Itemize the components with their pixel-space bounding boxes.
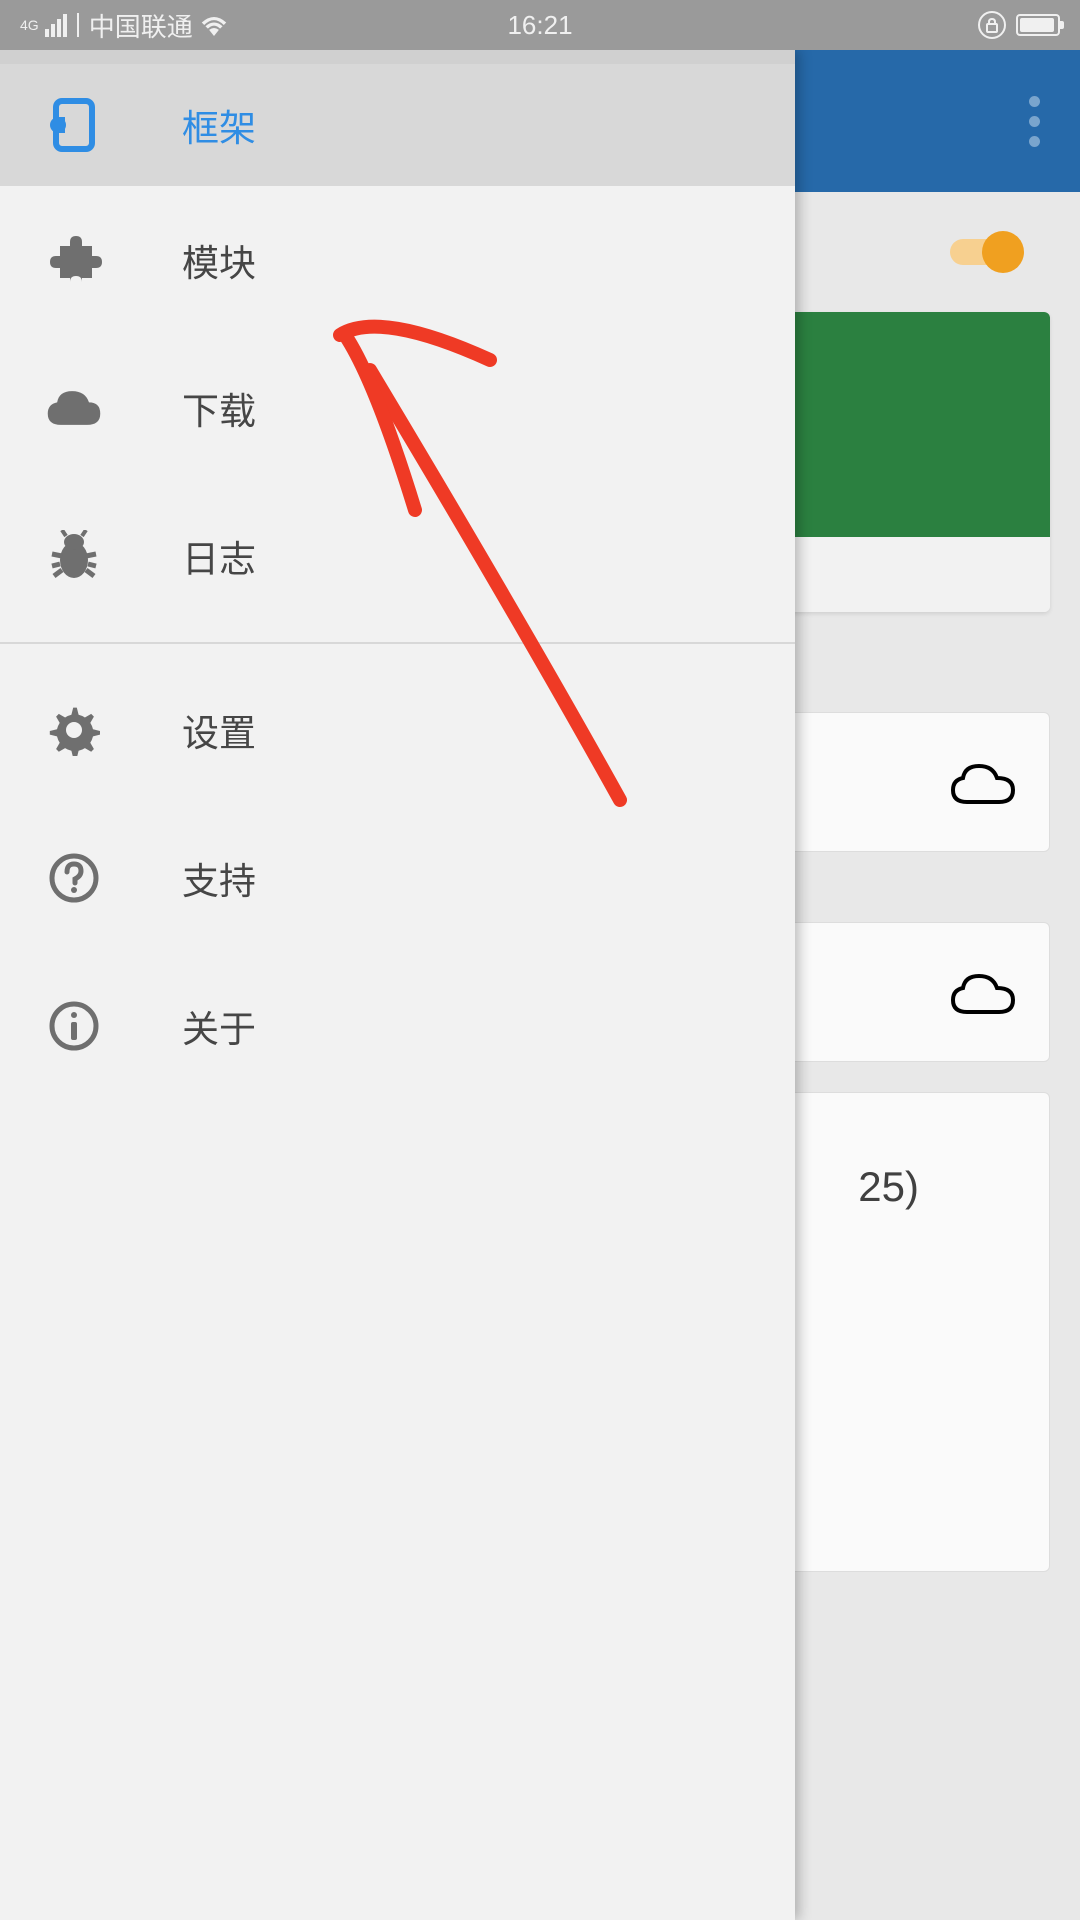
wifi-icon: [199, 14, 229, 36]
drawer-item-label: 框架: [182, 98, 256, 152]
drawer-item-label: 日志: [182, 529, 256, 583]
drawer-item-label: 下载: [182, 381, 256, 435]
drawer-item-label: 关于: [182, 999, 256, 1053]
puzzle-icon: [44, 230, 104, 290]
drawer-item-label: 设置: [182, 703, 256, 757]
cloud-icon: [947, 758, 1019, 806]
carrier-label: 中国联通: [89, 7, 193, 44]
divider: [77, 13, 79, 37]
status-left: 4G 中国联通: [20, 7, 229, 44]
cloud-icon: [44, 378, 104, 438]
drawer-item-download[interactable]: 下载: [0, 334, 795, 482]
drawer-item-settings[interactable]: 设置: [0, 656, 795, 804]
battery-icon: [1016, 14, 1060, 36]
drawer-item-modules[interactable]: 模块: [0, 186, 795, 334]
drawer-item-support[interactable]: 支持: [0, 804, 795, 952]
help-icon: [44, 848, 104, 908]
drawer-divider: [0, 642, 795, 644]
drawer-item-label: 支持: [182, 851, 256, 905]
navigation-drawer: 框架 模块 下载: [0, 50, 795, 1920]
rotation-lock-icon: [978, 11, 1006, 39]
network-badge: 4G: [20, 18, 39, 32]
framework-icon: [44, 95, 104, 155]
info-card-text: 25): [858, 1163, 919, 1211]
signal-icon: [45, 14, 67, 37]
enable-toggle[interactable]: [950, 235, 1020, 269]
drawer-item-framework[interactable]: 框架: [0, 64, 795, 186]
overflow-menu-icon[interactable]: [1029, 96, 1040, 147]
status-right: [978, 11, 1060, 39]
status-time: 16:21: [507, 10, 572, 41]
cloud-icon: [947, 968, 1019, 1016]
drawer-top-shadow: [0, 50, 795, 64]
drawer-item-about[interactable]: 关于: [0, 952, 795, 1100]
gear-icon: [44, 700, 104, 760]
status-bar: 4G 中国联通 16:21: [0, 0, 1080, 50]
bug-icon: [44, 526, 104, 586]
drawer-item-logs[interactable]: 日志: [0, 482, 795, 630]
info-icon: [44, 996, 104, 1056]
drawer-item-label: 模块: [182, 233, 256, 287]
